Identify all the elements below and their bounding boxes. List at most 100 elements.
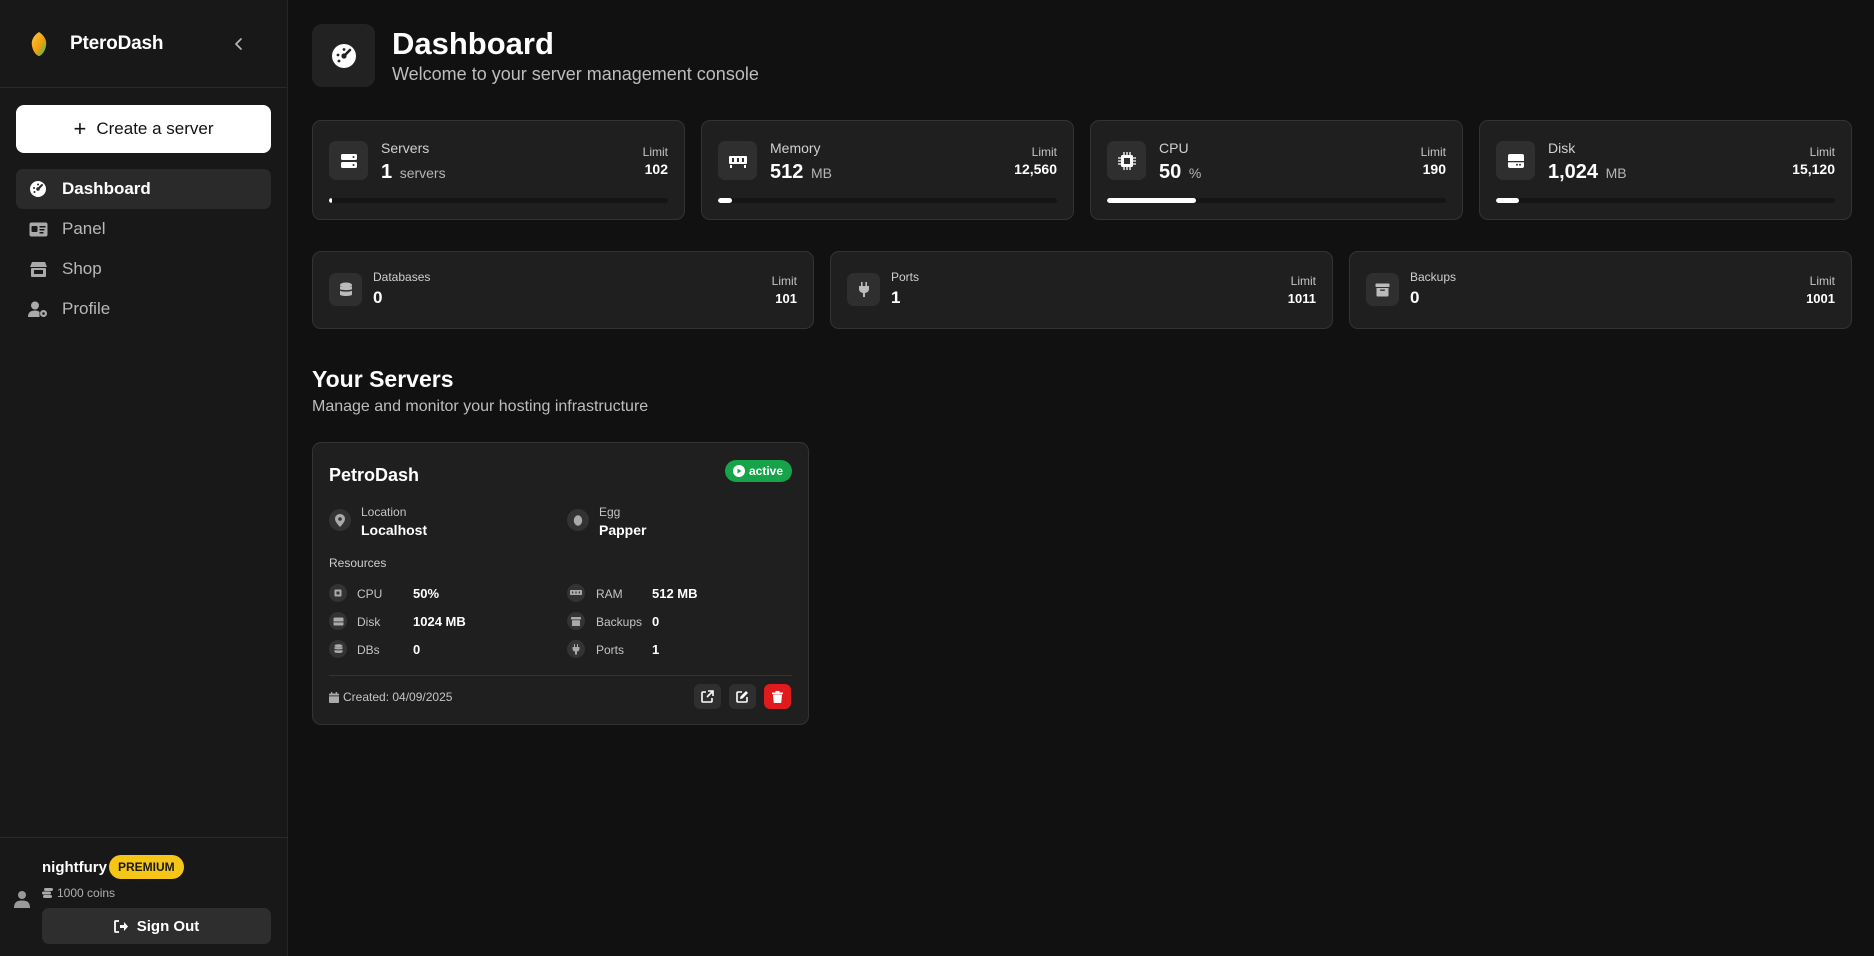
stat-limit: Limit 12,560 xyxy=(1014,145,1057,177)
sidebar-nav: Dashboard Panel Shop Profile xyxy=(16,169,271,329)
disk-value: 1024 MB xyxy=(413,614,466,629)
limit-label: Limit xyxy=(1809,145,1835,159)
created-date: Created: 04/09/2025 xyxy=(329,690,452,704)
ram-label: RAM xyxy=(596,587,623,601)
sidebar-item-profile[interactable]: Profile xyxy=(16,289,271,329)
cpu-icon xyxy=(1107,141,1146,180)
premium-badge: PREMIUM xyxy=(109,855,184,879)
stat-unit: % xyxy=(1188,165,1202,181)
limit-value: 102 xyxy=(644,161,668,177)
limit-label: Limit xyxy=(771,274,797,288)
dbs-value: 0 xyxy=(413,642,421,657)
stat-label: Disk xyxy=(1548,140,1576,156)
location-pin-icon xyxy=(329,509,351,531)
stat-card-cpu: CPU 50 % Limit 190 xyxy=(1090,120,1463,220)
ports-label: Ports xyxy=(596,643,625,657)
server-card[interactable]: PetroDash active Location Localhost Egg … xyxy=(312,442,809,725)
egg-label: Egg xyxy=(599,505,621,519)
created-text: Created: 04/09/2025 xyxy=(343,690,453,704)
limit-label: Limit xyxy=(642,145,668,159)
plus-icon: + xyxy=(73,116,87,141)
sidebar-item-label: Panel xyxy=(62,219,106,238)
resource-limit: Limit 101 xyxy=(772,274,797,306)
page-subtitle: Welcome to your server management consol… xyxy=(392,64,759,84)
cpu-label: CPU xyxy=(357,587,383,601)
location-label: Location xyxy=(361,505,407,519)
usage-bar xyxy=(1496,198,1835,203)
logo-icon xyxy=(31,31,47,56)
id-card-icon xyxy=(28,219,48,239)
database-icon xyxy=(329,273,362,306)
sidebar-item-shop[interactable]: Shop xyxy=(16,249,271,289)
hard-drive-icon xyxy=(329,612,347,630)
plug-icon xyxy=(567,640,585,658)
edit-server-button[interactable] xyxy=(729,684,756,709)
card-divider xyxy=(329,675,792,676)
limit-label: Limit xyxy=(1809,274,1835,288)
stat-card-memory: Memory 512 MB Limit 12,560 xyxy=(701,120,1074,220)
limit-value: 1001 xyxy=(1806,291,1835,306)
resource-value: 0 xyxy=(373,288,383,307)
archive-icon xyxy=(1366,273,1399,306)
egg-icon xyxy=(567,509,589,531)
limit-value: 12,560 xyxy=(1014,161,1057,177)
stat-unit: MB xyxy=(1605,165,1627,181)
cpu-icon xyxy=(329,584,347,602)
hard-drive-icon xyxy=(1496,141,1535,180)
database-icon xyxy=(329,640,347,658)
delete-server-button[interactable] xyxy=(764,684,791,709)
backups-label: Backups xyxy=(596,615,643,629)
usage-bar xyxy=(718,198,1057,203)
resource-card-databases: Databases 0 Limit 101 xyxy=(312,251,814,329)
stat-card-servers: Servers 1 servers Limit 102 xyxy=(312,120,685,220)
sign-out-button[interactable]: Sign Out xyxy=(42,908,271,944)
limit-value: 101 xyxy=(775,291,797,306)
username: nightfury xyxy=(42,859,107,876)
sign-out-label: Sign Out xyxy=(136,917,200,935)
resource-label: Backups xyxy=(1410,270,1457,284)
create-server-button[interactable]: + Create a server xyxy=(16,105,271,153)
stat-label: CPU xyxy=(1159,140,1189,156)
servers-section-subtitle: Manage and monitor your hosting infrastr… xyxy=(312,398,649,415)
stat-value: 1 servers xyxy=(381,161,446,184)
resource-label: Databases xyxy=(373,270,431,284)
stat-value: 50 % xyxy=(1159,161,1201,184)
sidebar-item-panel[interactable]: Panel xyxy=(16,209,271,249)
sidebar-header: PteroDash xyxy=(0,0,287,88)
stat-number: 1 xyxy=(381,161,393,183)
play-circle-icon xyxy=(732,465,745,477)
sidebar-item-dashboard[interactable]: Dashboard xyxy=(16,169,271,209)
usage-bar xyxy=(329,198,668,203)
sidebar: PteroDash + Create a server Dashboard Pa… xyxy=(0,0,288,956)
limit-value: 15,120 xyxy=(1792,161,1835,177)
limit-label: Limit xyxy=(1031,145,1057,159)
collapse-sidebar-icon[interactable] xyxy=(231,36,247,52)
resource-card-ports: Ports 1 Limit 1011 xyxy=(830,251,1333,329)
resource-limit: Limit 1011 xyxy=(1288,274,1316,306)
gauge-icon xyxy=(28,179,48,199)
stat-number: 50 xyxy=(1159,161,1182,183)
calendar-icon xyxy=(329,691,339,703)
sidebar-item-label: Shop xyxy=(62,259,102,278)
coins-balance: 1000 coins xyxy=(42,886,115,900)
open-external-button[interactable] xyxy=(694,684,721,709)
status-text: active xyxy=(748,464,783,478)
limit-value: 190 xyxy=(1422,161,1446,177)
disk-label: Disk xyxy=(357,615,381,629)
usage-bar-fill xyxy=(1496,198,1520,203)
memory-icon xyxy=(567,584,585,602)
stat-card-disk: Disk 1,024 MB Limit 15,120 xyxy=(1479,120,1852,220)
trash-icon xyxy=(772,690,783,703)
brand-name: PteroDash xyxy=(70,32,164,54)
sidebar-item-label: Dashboard xyxy=(62,179,151,198)
usage-bar-fill xyxy=(718,198,732,203)
stat-limit: Limit 15,120 xyxy=(1792,145,1835,177)
stat-limit: Limit 102 xyxy=(643,145,668,177)
usage-bar xyxy=(1107,198,1446,203)
stat-unit: servers xyxy=(399,165,446,181)
user-panel: nightfury PREMIUM 1000 coins Sign Out xyxy=(0,837,288,956)
coins-icon xyxy=(42,888,53,898)
stat-unit: MB xyxy=(810,165,832,181)
stat-value: 512 MB xyxy=(770,161,832,184)
coins-text: 1000 coins xyxy=(57,886,116,900)
